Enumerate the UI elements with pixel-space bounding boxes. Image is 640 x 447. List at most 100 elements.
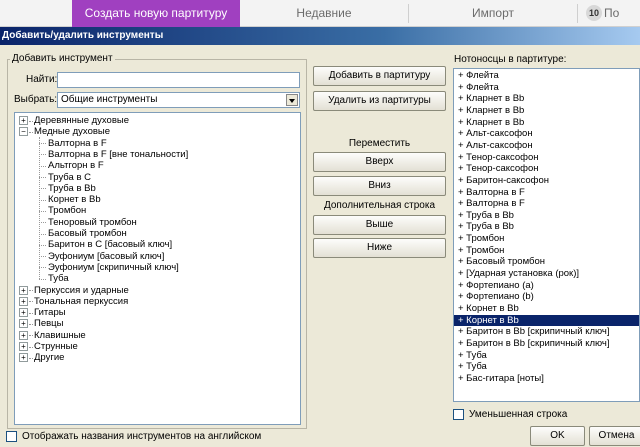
- tree-instrument[interactable]: Эуфониум [басовый ключ]: [48, 251, 164, 262]
- instrument-tree[interactable]: + Деревянные духовые − Медные духовые Валтор…: [14, 112, 301, 425]
- tree-instrument[interactable]: Басовый тромбон: [48, 228, 127, 239]
- expand-icon[interactable]: +: [19, 116, 28, 125]
- tree-instrument[interactable]: Валторна в F: [48, 138, 107, 149]
- tree-instrument[interactable]: Труба в C: [48, 172, 91, 183]
- staff-item[interactable]: + Тенор-саксофон: [454, 152, 639, 164]
- tree-category[interactable]: Клавишные: [34, 330, 86, 341]
- staff-item[interactable]: + Альт-саксофон: [454, 140, 639, 152]
- tree-instrument[interactable]: Тромбон: [48, 205, 86, 216]
- tree-instrument[interactable]: Теноровый тромбон: [48, 217, 137, 228]
- tree-category[interactable]: Струнные: [34, 341, 78, 352]
- extra-staff-label: Дополнительная строка: [323, 200, 436, 211]
- tree-connector: [39, 222, 46, 224]
- expand-icon[interactable]: +: [19, 296, 28, 306]
- tab-more[interactable]: По: [604, 0, 640, 27]
- staff-item[interactable]: + Флейта: [454, 82, 639, 94]
- tab-divider: [577, 4, 578, 23]
- staff-item[interactable]: + Труба в Bb: [454, 221, 639, 233]
- remove-from-score-button[interactable]: Удалить из партитуры: [313, 91, 446, 111]
- staff-item[interactable]: + Фортепиано (a): [454, 280, 639, 292]
- tree-connector: [39, 210, 46, 212]
- tree-instrument[interactable]: Баритон в C [басовый ключ]: [48, 239, 172, 250]
- staff-item[interactable]: + Баритон-саксофон: [454, 175, 639, 187]
- staff-item[interactable]: + Тенор-саксофон: [454, 163, 639, 175]
- below-button[interactable]: Ниже: [313, 238, 446, 258]
- staff-item[interactable]: + Альт-саксофон: [454, 128, 639, 140]
- expand-icon[interactable]: +: [19, 308, 28, 318]
- staff-item[interactable]: + Валторна в F: [454, 198, 639, 210]
- staff-item[interactable]: + Корнет в Bb: [454, 303, 639, 315]
- staff-item[interactable]: + Кларнет в Bb: [454, 117, 639, 129]
- staff-item[interactable]: + Баритон в Bb [скрипичный ключ]: [454, 326, 639, 338]
- find-label: Найти:: [26, 74, 58, 85]
- staves-label: Нотоносцы в партитуре:: [454, 54, 567, 65]
- tree-category[interactable]: Медные духовые: [34, 126, 110, 137]
- tab-import[interactable]: Импорт: [409, 0, 577, 27]
- staff-item[interactable]: + Флейта: [454, 70, 639, 82]
- collapse-icon[interactable]: −: [19, 127, 28, 137]
- staff-item[interactable]: + [Ударная установка (рок)]: [454, 268, 639, 280]
- expand-icon[interactable]: +: [19, 342, 28, 351]
- tree-connector: [29, 323, 33, 325]
- staff-item[interactable]: + Корнет в Bb: [454, 314, 639, 327]
- staff-item[interactable]: + Бас-гитара [ноты]: [454, 373, 639, 385]
- english-names-checkbox[interactable]: [6, 431, 17, 442]
- tree-connector: [29, 290, 33, 291]
- tree-instrument[interactable]: Валторна в F [вне тональности]: [48, 149, 188, 160]
- staff-item[interactable]: + Фортепиано (b): [454, 291, 639, 303]
- staff-item[interactable]: + Басовый тромбон: [454, 256, 639, 268]
- expand-icon[interactable]: +: [19, 285, 28, 295]
- move-up-button[interactable]: Вверх: [313, 152, 446, 172]
- dialog-title: Добавить/удалить инструменты: [0, 27, 640, 45]
- small-staff-label: Уменьшенная строка: [469, 409, 568, 420]
- tab-recent[interactable]: Недавние: [240, 0, 408, 27]
- choose-label: Выбрать:: [14, 94, 58, 105]
- tree-connector: [39, 278, 46, 280]
- tree-connector: [29, 120, 33, 122]
- tree-connector: [29, 335, 33, 337]
- staff-item[interactable]: + Туба: [454, 350, 639, 362]
- instrument-family-value: Общие инструменты: [61, 94, 158, 105]
- ok-button[interactable]: OK: [530, 426, 585, 446]
- tree-category[interactable]: Гитары: [34, 307, 66, 318]
- tree-instrument[interactable]: Альтгорн в F: [48, 160, 104, 171]
- move-down-button[interactable]: Вниз: [313, 176, 446, 196]
- tab-new-score[interactable]: Создать новую партитуру: [72, 0, 240, 27]
- staves-list[interactable]: + Флейта + Флейта + Кларнет в Bb + Кларнет …: [453, 68, 640, 402]
- tree-connector: [39, 267, 46, 269]
- staff-item[interactable]: + Туба: [454, 361, 639, 373]
- small-staff-checkbox[interactable]: [453, 409, 464, 420]
- add-to-score-button[interactable]: Добавить в партитуру: [313, 66, 446, 86]
- tree-category[interactable]: Перкуссия и ударные: [34, 285, 129, 296]
- tree-category[interactable]: Тональная перкуссия: [34, 296, 128, 307]
- expand-icon[interactable]: +: [19, 330, 28, 340]
- staff-item[interactable]: + Кларнет в Bb: [454, 105, 639, 117]
- add-instrument-legend: Добавить инструмент: [10, 53, 115, 64]
- tree-instrument[interactable]: Корнет в Bb: [48, 194, 101, 205]
- staff-item[interactable]: + Валторна в F: [454, 187, 639, 199]
- dropdown-arrow-icon[interactable]: [286, 94, 298, 106]
- tree-connector: [29, 357, 33, 359]
- staff-item[interactable]: + Баритон в Bb [скрипичный ключ]: [454, 338, 639, 350]
- tree-instrument[interactable]: Эуфониум [скрипичный ключ]: [48, 262, 179, 273]
- instrument-family-select[interactable]: Общие инструменты: [57, 92, 300, 108]
- top-tab-bar: Создать новую партитуру Недавние Импорт …: [0, 0, 640, 27]
- tree-category[interactable]: Деревянные духовые: [34, 115, 129, 126]
- tree-category[interactable]: Певцы: [34, 318, 63, 329]
- staff-item[interactable]: + Труба в Bb: [454, 210, 639, 222]
- tree-connector: [39, 233, 46, 235]
- find-input[interactable]: [57, 72, 300, 88]
- above-button[interactable]: Выше: [313, 215, 446, 235]
- tree-connector: [29, 301, 33, 303]
- staff-item[interactable]: + Тромбон: [454, 245, 639, 257]
- expand-icon[interactable]: +: [19, 319, 28, 329]
- expand-icon[interactable]: +: [19, 353, 28, 363]
- staff-item[interactable]: + Кларнет в Bb: [454, 93, 639, 105]
- tree-instrument[interactable]: Труба в Bb: [48, 183, 96, 194]
- tree-connector: [29, 346, 33, 348]
- tree-connector: [39, 154, 46, 156]
- cancel-button[interactable]: Отмена: [589, 426, 640, 446]
- tree-instrument[interactable]: Туба: [48, 273, 69, 284]
- tree-category[interactable]: Другие: [34, 352, 64, 363]
- staff-item[interactable]: + Тромбон: [454, 233, 639, 245]
